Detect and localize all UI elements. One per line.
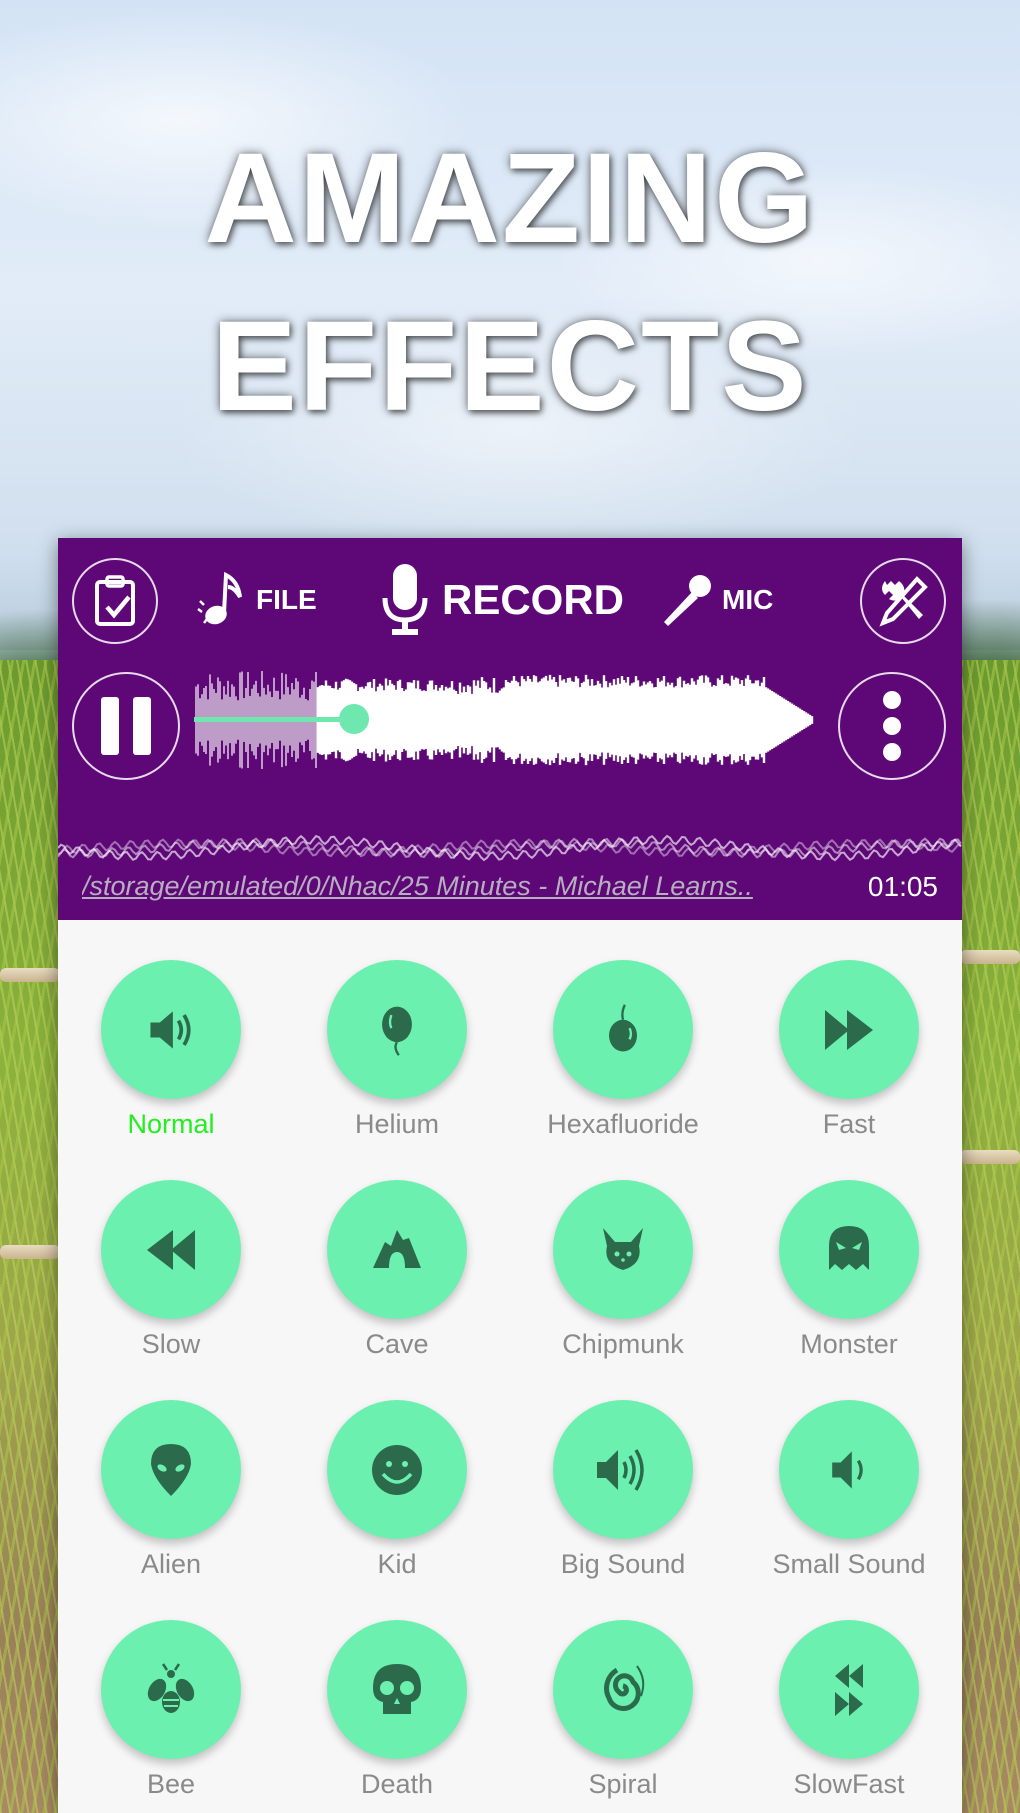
effect-button[interactable] <box>779 960 919 1099</box>
effect-label: Kid <box>377 1549 417 1579</box>
player-panel: FILE RECORD MIC /storage/emulated/0/Nhac… <box>58 538 962 920</box>
skull-icon <box>373 1663 421 1714</box>
effect-normal[interactable]: Normal <box>58 920 284 1140</box>
bee-icon <box>147 1662 195 1713</box>
pause-icon <box>101 697 151 755</box>
volume-loud-icon <box>597 1448 644 1491</box>
promo-headline: AMAZING EFFECTS <box>0 115 1020 451</box>
heavy-balloon-icon <box>609 1003 637 1051</box>
rewind-icon <box>147 1229 195 1270</box>
chipmunk-icon <box>603 1227 643 1270</box>
effect-button[interactable] <box>779 1620 919 1759</box>
effect-label: Chipmunk <box>562 1329 684 1359</box>
clipboard-check-icon <box>95 575 135 626</box>
effect-small-sound[interactable]: Small Sound <box>736 1360 962 1580</box>
app-screen: FILE RECORD MIC /storage/emulated/0/Nhac… <box>58 538 962 1813</box>
cave-icon <box>373 1229 421 1268</box>
effect-label: Fast <box>822 1109 876 1139</box>
effect-button[interactable] <box>779 1400 919 1539</box>
volume-low-icon <box>832 1450 863 1489</box>
headline-line-1: AMAZING <box>204 127 816 270</box>
playback-time: 01:05 <box>867 871 938 902</box>
effect-death[interactable]: Death <box>284 1580 510 1800</box>
effect-label: Monster <box>800 1329 898 1359</box>
balloon-icon <box>382 1006 412 1056</box>
effect-button[interactable] <box>101 1620 241 1759</box>
effect-button[interactable] <box>779 1180 919 1319</box>
microphone-icon <box>382 564 428 635</box>
more-options-button[interactable] <box>838 672 946 780</box>
effect-big-sound[interactable]: Big Sound <box>510 1360 736 1580</box>
effect-alien[interactable]: Alien <box>58 1360 284 1580</box>
effect-label: Big Sound <box>560 1549 686 1579</box>
spiral-icon <box>604 1664 645 1711</box>
effect-button[interactable] <box>101 1400 241 1539</box>
effect-button[interactable] <box>553 1180 693 1319</box>
headline-line-2: EFFECTS <box>211 295 809 438</box>
effect-label: Cave <box>365 1329 429 1359</box>
effect-label: Bee <box>146 1769 196 1799</box>
monster-icon <box>829 1225 869 1270</box>
waveform-seekbar[interactable] <box>194 664 834 776</box>
music-note-icon <box>197 571 242 625</box>
effect-label: Small Sound <box>772 1549 926 1579</box>
alien-icon <box>151 1443 191 1496</box>
effect-slow[interactable]: Slow <box>58 1140 284 1360</box>
effect-button[interactable] <box>327 1620 467 1759</box>
effect-monster[interactable]: Monster <box>736 1140 962 1360</box>
record-button[interactable]: RECORD <box>380 560 624 640</box>
effect-button[interactable] <box>553 1400 693 1539</box>
effect-button[interactable] <box>553 960 693 1099</box>
effect-fast[interactable]: Fast <box>736 920 962 1140</box>
slow-fast-icon <box>835 1663 863 1716</box>
effect-label: SlowFast <box>793 1769 905 1799</box>
seek-thumb[interactable] <box>339 704 369 734</box>
effect-label: Helium <box>354 1109 440 1139</box>
seek-progress <box>194 717 354 722</box>
speaker-icon <box>150 1010 191 1049</box>
handheld-mic-icon <box>664 575 711 626</box>
fence-rail <box>960 1150 1020 1164</box>
saved-recordings-button[interactable] <box>72 558 158 644</box>
effect-label: Hexafluoride <box>547 1109 699 1139</box>
fence-rail <box>0 1245 60 1259</box>
record-label: RECORD <box>442 576 625 623</box>
effect-chipmunk[interactable]: Chipmunk <box>510 1140 736 1360</box>
effect-label: Spiral <box>588 1769 658 1799</box>
effect-cave[interactable]: Cave <box>284 1140 510 1360</box>
file-label: FILE <box>256 584 317 615</box>
effect-kid[interactable]: Kid <box>284 1360 510 1580</box>
effect-button[interactable] <box>553 1620 693 1759</box>
fence-rail <box>960 950 1020 964</box>
mic-button[interactable]: MIC <box>658 568 773 632</box>
effect-button[interactable] <box>327 1180 467 1319</box>
effect-label: Death <box>360 1769 434 1799</box>
effect-label: Alien <box>140 1549 202 1579</box>
fast-forward-icon <box>825 1009 873 1050</box>
effect-slowfast[interactable]: SlowFast <box>736 1580 962 1800</box>
visualizer-wave <box>58 834 962 862</box>
tools-button[interactable] <box>860 558 946 644</box>
smiley-icon <box>372 1444 422 1495</box>
effect-bee[interactable]: Bee <box>58 1580 284 1800</box>
effect-hexafluoride[interactable]: Hexafluoride <box>510 920 736 1140</box>
effect-spiral[interactable]: Spiral <box>510 1580 736 1800</box>
effect-helium[interactable]: Helium <box>284 920 510 1140</box>
tools-icon <box>879 576 928 627</box>
effect-button[interactable] <box>101 960 241 1099</box>
effect-button[interactable] <box>327 1400 467 1539</box>
effect-button[interactable] <box>101 1180 241 1319</box>
effect-label: Normal <box>127 1109 215 1139</box>
effect-label: Slow <box>141 1329 201 1359</box>
mic-label: MIC <box>722 584 774 615</box>
fence-rail <box>0 968 60 982</box>
more-vertical-icon <box>883 691 901 761</box>
file-path-link[interactable]: /storage/emulated/0/Nhac/25 Minutes - Mi… <box>82 871 842 902</box>
file-button[interactable]: FILE <box>196 568 317 632</box>
effect-button[interactable] <box>327 960 467 1099</box>
pause-button[interactable] <box>72 672 180 780</box>
